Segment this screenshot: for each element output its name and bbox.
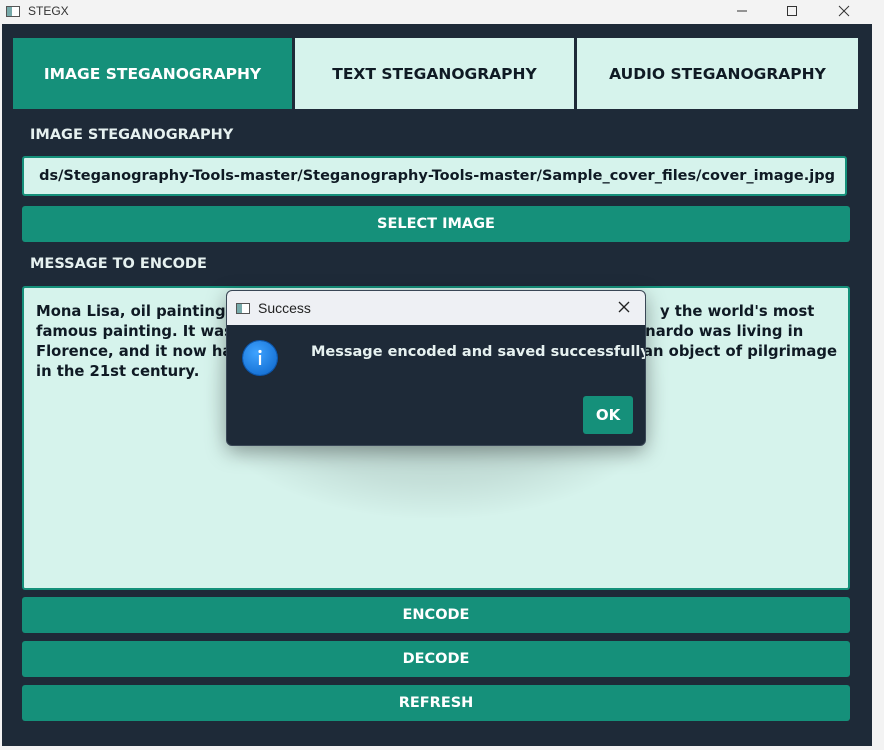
- success-dialog: Success Message encoded and saved succes…: [226, 290, 646, 446]
- section-title: IMAGE STEGANOGRAPHY: [30, 127, 234, 143]
- maximize-icon: [787, 6, 797, 16]
- app-icon: [6, 5, 20, 17]
- dialog-title: Success: [258, 300, 311, 316]
- dialog-message: Message encoded and saved successfully!: [311, 344, 646, 360]
- message-line: onardo was living in: [635, 323, 804, 340]
- message-text-right: y the world's most: [660, 302, 814, 322]
- message-line: an object of pilgrimage: [643, 343, 838, 360]
- window-titlebar: STEGX: [0, 0, 884, 22]
- tab-bar: IMAGE STEGANOGRAPHY TEXT STEGANOGRAPHY A…: [13, 38, 858, 110]
- message-line: in the 21st century.: [36, 363, 200, 380]
- ok-button[interactable]: OK: [583, 396, 633, 434]
- file-path-field[interactable]: ds/Steganography-Tools-master/Steganogra…: [22, 156, 847, 196]
- close-icon: [618, 301, 630, 313]
- dialog-app-icon: [236, 302, 250, 314]
- close-icon: [838, 5, 850, 17]
- maximize-button[interactable]: [770, 0, 814, 22]
- window-title: STEGX: [28, 4, 69, 18]
- close-window-button[interactable]: [822, 0, 866, 22]
- message-line: Mona Lisa, oil painting o: [36, 303, 241, 320]
- dialog-close-button[interactable]: [613, 296, 635, 318]
- tab-text-steganography[interactable]: TEXT STEGANOGRAPHY: [295, 38, 574, 109]
- minimize-button[interactable]: [720, 0, 764, 22]
- decode-button[interactable]: DECODE: [22, 641, 850, 677]
- message-line: famous painting. It was: [36, 323, 233, 340]
- minimize-icon: [737, 10, 747, 12]
- message-line: Florence, and it now ha: [36, 343, 233, 360]
- message-text-right: an object of pilgrimage: [643, 342, 837, 362]
- refresh-button[interactable]: REFRESH: [22, 685, 850, 721]
- tab-audio-steganography[interactable]: AUDIO STEGANOGRAPHY: [577, 38, 858, 109]
- message-text-right: onardo was living in: [635, 322, 803, 342]
- message-label: MESSAGE TO ENCODE: [30, 256, 207, 272]
- dialog-titlebar: Success: [227, 291, 645, 325]
- info-icon: [243, 341, 277, 375]
- encode-button[interactable]: ENCODE: [22, 597, 850, 633]
- tab-image-steganography[interactable]: IMAGE STEGANOGRAPHY: [13, 38, 292, 109]
- file-path-text: ds/Steganography-Tools-master/Steganogra…: [39, 168, 835, 184]
- message-line: y the world's most: [660, 303, 815, 320]
- select-image-button[interactable]: SELECT IMAGE: [22, 206, 850, 242]
- message-text-left: Mona Lisa, oil painting o famous paintin…: [36, 302, 241, 382]
